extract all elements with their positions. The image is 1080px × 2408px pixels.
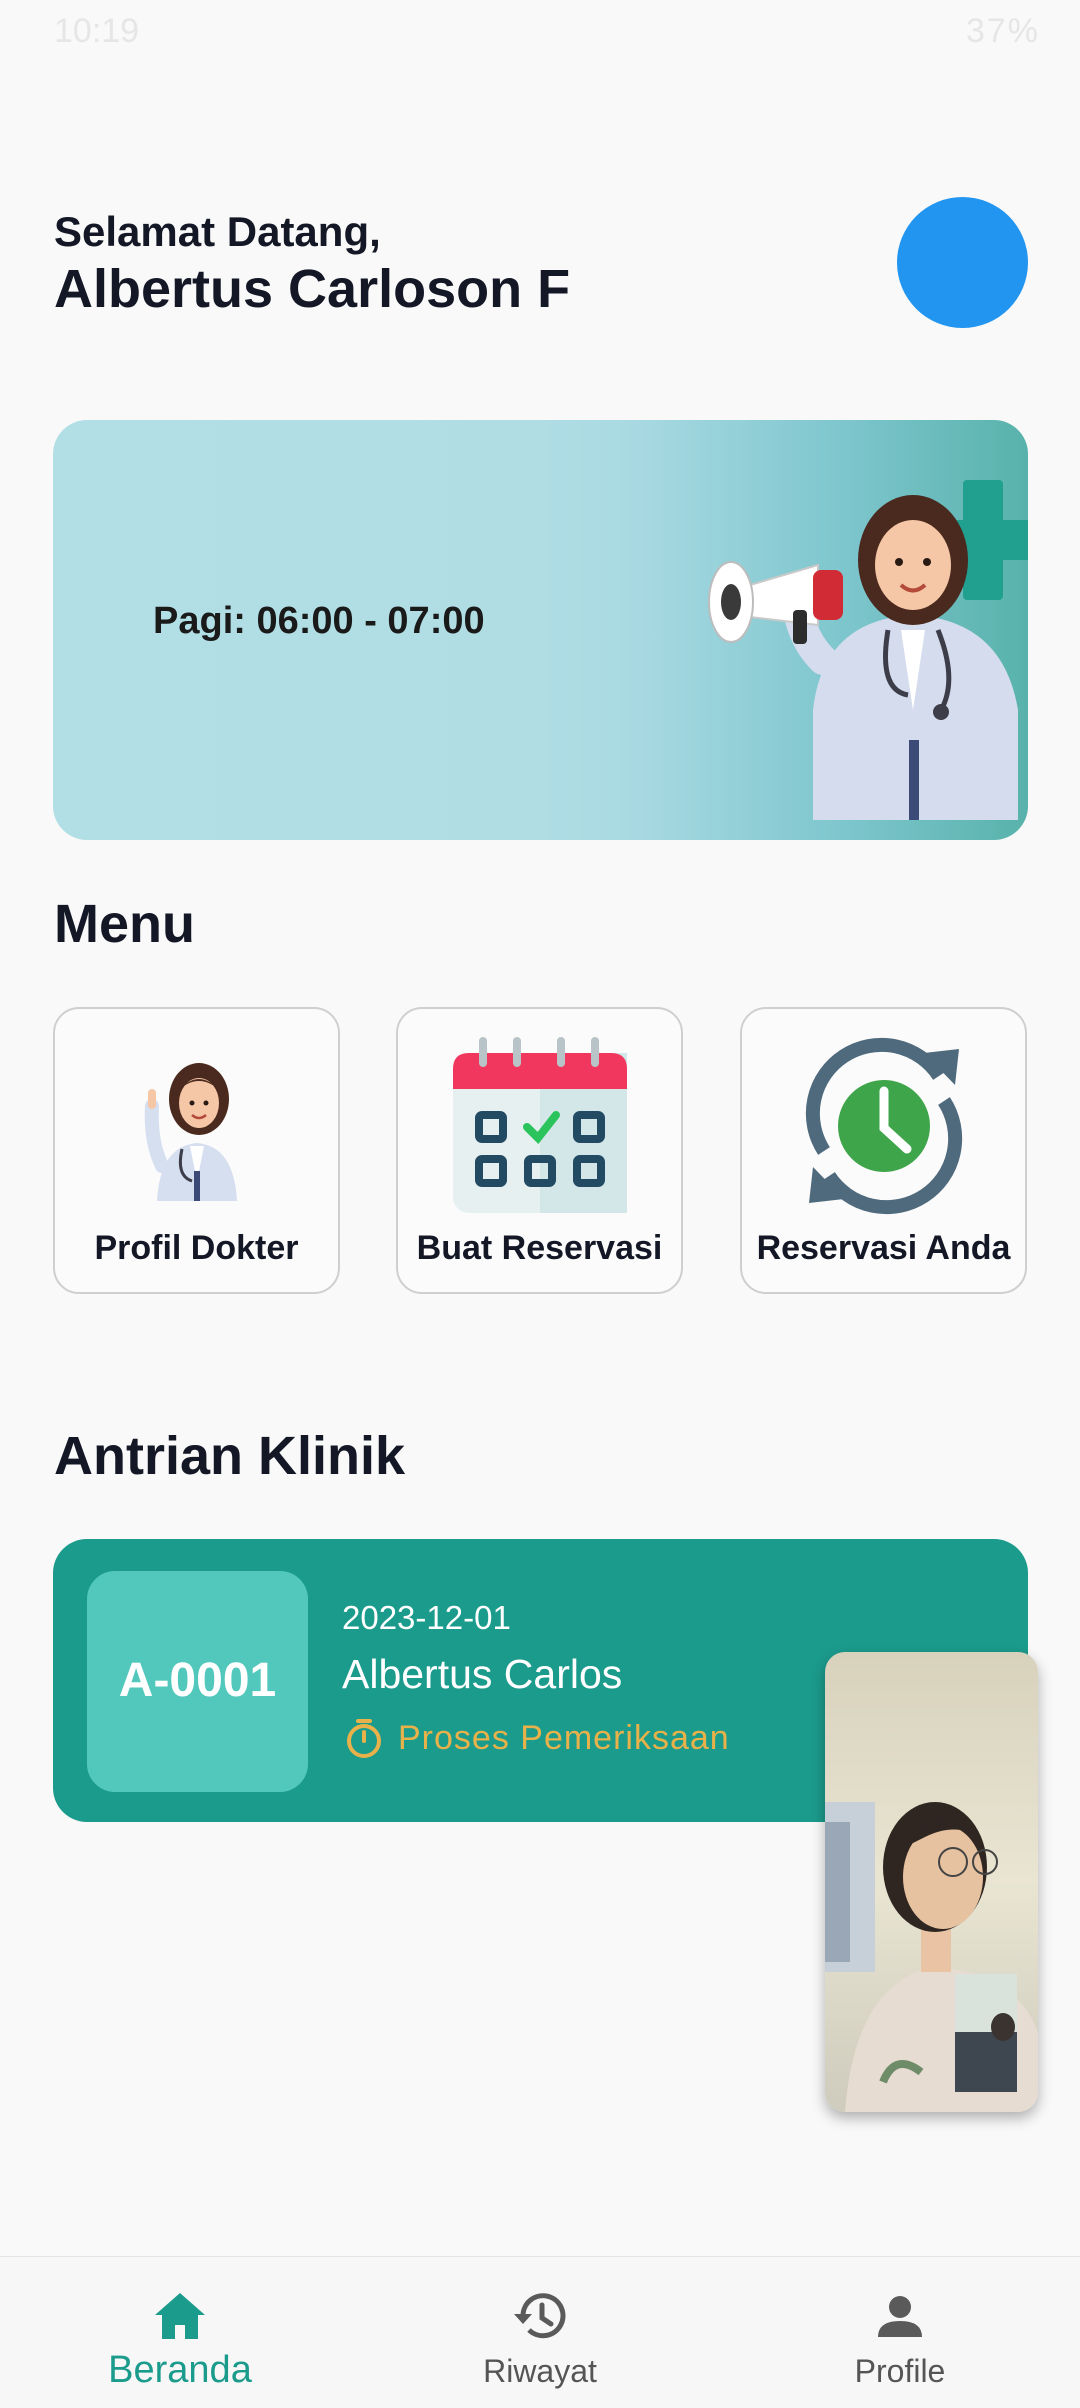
queue-status-row: Proses Pemeriksaan [342, 1716, 730, 1760]
menu-title: Menu [54, 894, 195, 954]
queue-code: A-0001 [118, 1654, 277, 1707]
status-icons: 37% [966, 12, 1040, 51]
queue-code-box: A-0001 [87, 1571, 308, 1792]
avatar[interactable] [897, 197, 1028, 328]
menu-item-buat-reservasi[interactable]: Buat Reservasi [396, 1007, 683, 1294]
home-icon [155, 2293, 205, 2339]
history-icon [514, 2293, 566, 2339]
clock-sync-icon [805, 1037, 962, 1215]
schedule-text: Pagi: 06:00 - 07:00 [153, 600, 485, 642]
queue-date: 2023-12-01 [342, 1599, 511, 1636]
nav-label: Riwayat [483, 2353, 597, 2389]
menu-item-profil-dokter[interactable]: Profil Dokter [53, 1007, 340, 1294]
timer-icon [347, 1719, 381, 1758]
queue-status: Proses Pemeriksaan [398, 1718, 730, 1757]
menu-item-label: Buat Reservasi [416, 1229, 663, 1267]
user-name: Albertus Carloson F [54, 259, 571, 319]
menu-item-reservasi-anda[interactable]: Reservasi Anda [740, 1007, 1027, 1294]
schedule-banner: Pagi: 06:00 - 07:00 [53, 420, 1028, 840]
nav-item-riwayat[interactable]: Riwayat [360, 2257, 720, 2408]
calendar-icon [452, 1037, 627, 1213]
status-bar: 10:19 37% [0, 0, 1080, 64]
status-time: 10:19 [54, 12, 140, 50]
nav-item-profile[interactable]: Profile [720, 2257, 1080, 2408]
queue-patient-name: Albertus Carlos [342, 1651, 623, 1697]
person-icon [878, 2296, 922, 2337]
nav-label: Beranda [108, 2349, 252, 2391]
queue-title: Antrian Klinik [54, 1426, 406, 1486]
battery-percentage: 37% [965, 12, 1040, 50]
bottom-nav: Beranda Riwayat Profile [0, 2256, 1080, 2408]
greeting-text: Selamat Datang, [54, 208, 381, 255]
nav-label: Profile [854, 2353, 946, 2389]
menu-item-label: Profil Dokter [94, 1229, 299, 1267]
video-feed-image [825, 1652, 1038, 2112]
doctor-megaphone-illustration [708, 480, 1028, 820]
nav-item-beranda[interactable]: Beranda [0, 2257, 360, 2408]
greeting-block: Selamat Datang, Albertus Carloson F [54, 208, 570, 320]
doctor-icon [144, 1063, 237, 1201]
menu-item-label: Reservasi Anda [756, 1229, 1011, 1267]
video-call-pip[interactable] [825, 1652, 1038, 2112]
